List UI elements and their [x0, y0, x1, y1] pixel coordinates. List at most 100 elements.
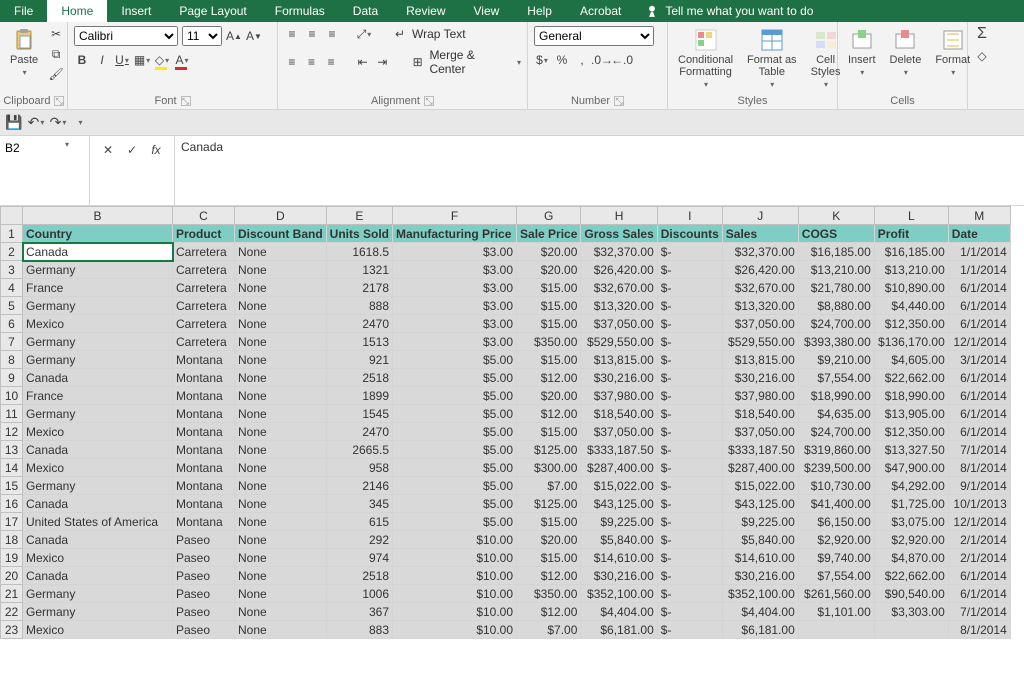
row-header[interactable]: 22: [1, 603, 23, 621]
cell[interactable]: Montana: [173, 387, 235, 405]
row-header[interactable]: 4: [1, 279, 23, 297]
currency-button[interactable]: $▾: [534, 52, 550, 68]
cell[interactable]: $13,210.00: [798, 261, 874, 279]
cell[interactable]: 1/1/2014: [948, 261, 1010, 279]
cell[interactable]: $47,900.00: [874, 459, 948, 477]
row-header[interactable]: 1: [1, 225, 23, 243]
cell[interactable]: 958: [326, 459, 392, 477]
cell[interactable]: $529,550.00: [722, 333, 798, 351]
cell[interactable]: $15.00: [517, 513, 581, 531]
autosum-icon[interactable]: Σ: [974, 26, 990, 42]
cell[interactable]: $15,022.00: [722, 477, 798, 495]
cell[interactable]: $15.00: [517, 315, 581, 333]
cell[interactable]: $22,662.00: [874, 369, 948, 387]
redo-icon[interactable]: ↷▾: [50, 115, 66, 131]
cell[interactable]: France: [23, 387, 173, 405]
cell[interactable]: 12/1/2014: [948, 513, 1010, 531]
cell[interactable]: None: [235, 315, 327, 333]
insert-cells-button[interactable]: Insert▾: [844, 26, 880, 79]
cell[interactable]: $8,880.00: [798, 297, 874, 315]
cell[interactable]: 3/1/2014: [948, 351, 1010, 369]
cell[interactable]: $6,181.00: [722, 621, 798, 639]
cell[interactable]: 6/1/2014: [948, 423, 1010, 441]
cell[interactable]: $529,550.00: [581, 333, 657, 351]
cell[interactable]: $-: [657, 459, 722, 477]
cell[interactable]: None: [235, 297, 327, 315]
cell[interactable]: Mexico: [23, 549, 173, 567]
cell[interactable]: Germany: [23, 405, 173, 423]
cell[interactable]: $393,380.00: [798, 333, 874, 351]
row-header[interactable]: 2: [1, 243, 23, 261]
cell[interactable]: $37,050.00: [581, 423, 657, 441]
spreadsheet-grid[interactable]: BCDEFGHIJKLM1CountryProductDiscount Band…: [0, 206, 1024, 699]
cell[interactable]: $20.00: [517, 531, 581, 549]
cell[interactable]: 8/1/2014: [948, 459, 1010, 477]
cell[interactable]: 1899: [326, 387, 392, 405]
cell[interactable]: $15,022.00: [581, 477, 657, 495]
row-header[interactable]: 13: [1, 441, 23, 459]
row-header[interactable]: 23: [1, 621, 23, 639]
cell[interactable]: Paseo: [173, 603, 235, 621]
paste-button[interactable]: Paste▾: [6, 26, 42, 79]
cell[interactable]: $12,350.00: [874, 423, 948, 441]
increase-decimal-icon[interactable]: .0→: [594, 52, 610, 68]
cell[interactable]: $26,420.00: [722, 261, 798, 279]
tab-insert[interactable]: Insert: [107, 0, 165, 22]
fill-color-button[interactable]: ◇▾: [154, 52, 170, 68]
cell[interactable]: 2518: [326, 369, 392, 387]
cell[interactable]: $12.00: [517, 603, 581, 621]
cell[interactable]: $333,187.50: [581, 441, 657, 459]
cell[interactable]: None: [235, 495, 327, 513]
cell[interactable]: $20.00: [517, 261, 581, 279]
cell[interactable]: $16,185.00: [874, 243, 948, 261]
cell[interactable]: $10,730.00: [798, 477, 874, 495]
col-header-I[interactable]: I: [657, 207, 722, 225]
header-cell[interactable]: Gross Sales: [581, 225, 657, 243]
col-header-C[interactable]: C: [173, 207, 235, 225]
cell[interactable]: Montana: [173, 459, 235, 477]
cell[interactable]: None: [235, 567, 327, 585]
cell[interactable]: 6/1/2014: [948, 297, 1010, 315]
tab-file[interactable]: File: [0, 0, 47, 22]
merge-icon[interactable]: ⊞: [410, 54, 426, 70]
header-cell[interactable]: Date: [948, 225, 1010, 243]
cell[interactable]: Canada: [23, 441, 173, 459]
cell[interactable]: 9/1/2014: [948, 477, 1010, 495]
cell[interactable]: $30,216.00: [722, 369, 798, 387]
cell[interactable]: 974: [326, 549, 392, 567]
cancel-icon[interactable]: ✕: [100, 142, 116, 158]
cell[interactable]: $-: [657, 603, 722, 621]
cell[interactable]: 1545: [326, 405, 392, 423]
cell[interactable]: 7/1/2014: [948, 441, 1010, 459]
header-cell[interactable]: Discount Band: [235, 225, 327, 243]
undo-icon[interactable]: ↶▾: [28, 115, 44, 131]
cell[interactable]: $90,540.00: [874, 585, 948, 603]
cell[interactable]: $6,150.00: [798, 513, 874, 531]
cell[interactable]: $239,500.00: [798, 459, 874, 477]
cell[interactable]: $30,216.00: [581, 567, 657, 585]
decrease-font-icon[interactable]: A▼: [246, 28, 262, 44]
cell[interactable]: $352,100.00: [722, 585, 798, 603]
merge-center-button[interactable]: Merge & Center: [429, 48, 512, 76]
cell[interactable]: $-: [657, 549, 722, 567]
cell[interactable]: Germany: [23, 351, 173, 369]
header-cell[interactable]: Manufacturing Price: [393, 225, 517, 243]
cell[interactable]: $125.00: [517, 441, 581, 459]
cell[interactable]: $15.00: [517, 423, 581, 441]
cell[interactable]: 2/1/2014: [948, 549, 1010, 567]
row-header[interactable]: 3: [1, 261, 23, 279]
cell[interactable]: Germany: [23, 261, 173, 279]
increase-font-icon[interactable]: A▲: [226, 28, 242, 44]
cell[interactable]: $13,210.00: [874, 261, 948, 279]
name-box[interactable]: ▾: [0, 136, 90, 205]
cell[interactable]: $15.00: [517, 279, 581, 297]
cell[interactable]: $3.00: [393, 297, 517, 315]
select-all-corner[interactable]: [1, 207, 23, 225]
cell[interactable]: None: [235, 441, 327, 459]
cell[interactable]: 2178: [326, 279, 392, 297]
cell[interactable]: Paseo: [173, 621, 235, 639]
cell[interactable]: Montana: [173, 441, 235, 459]
cell[interactable]: $-: [657, 261, 722, 279]
percent-button[interactable]: %: [554, 52, 570, 68]
cell[interactable]: $1,101.00: [798, 603, 874, 621]
